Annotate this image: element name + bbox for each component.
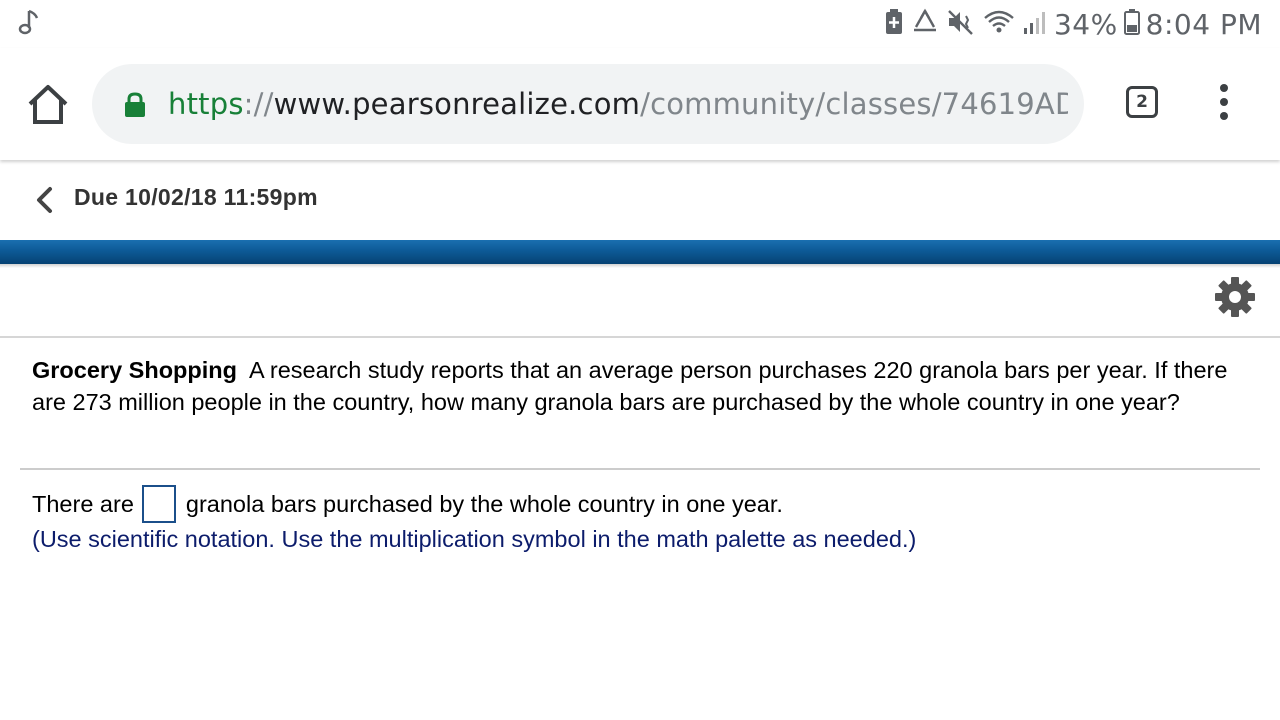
lock-icon: [124, 92, 146, 123]
settings-button[interactable]: [1214, 276, 1256, 318]
status-bar: 34% 8:04 PM: [0, 0, 1280, 48]
address-bar[interactable]: https://www.pearsonrealize.com/community…: [92, 64, 1084, 144]
url-text: https://www.pearsonrealize.com/community…: [168, 84, 1068, 124]
answer-suffix: granola bars purchased by the whole coun…: [185, 490, 783, 517]
music-note-icon: [16, 9, 42, 42]
answer-prefix: There are: [32, 490, 134, 517]
question-divider: [20, 468, 1260, 470]
answer-line: There are granola bars purchased by the …: [32, 484, 783, 524]
wifi-icon: [982, 8, 1016, 41]
header-band-shadow: [0, 264, 1280, 268]
home-button[interactable]: [24, 82, 72, 126]
mute-vibrate-icon: [946, 8, 976, 41]
status-left: [16, 8, 42, 43]
url-host: www.pearsonrealize.com: [273, 87, 641, 121]
tab-count: 2: [1136, 92, 1148, 112]
url-path: /community/classes/74619AD5FC: [640, 87, 1068, 121]
battery-saver-icon: [884, 8, 904, 41]
signal-icon: [1022, 8, 1048, 41]
chevron-left-icon: [37, 187, 52, 213]
question-title: Grocery Shopping: [32, 357, 237, 383]
status-right: 34% 8:04 PM: [884, 6, 1262, 42]
url-separator: ://: [243, 87, 274, 121]
tab-switcher-button[interactable]: 2: [1126, 86, 1158, 118]
question-text: Grocery Shopping A research study reports…: [32, 354, 1252, 418]
answer-hint: (Use scientific notation. Use the multip…: [32, 526, 917, 552]
clock: 8:04 PM: [1145, 7, 1262, 41]
content-divider-top: [0, 336, 1280, 338]
back-button[interactable]: [30, 184, 60, 216]
home-icon: [28, 85, 68, 124]
battery-percent: 34%: [1053, 7, 1118, 41]
answer-input[interactable]: [141, 485, 176, 523]
gear-icon: [1215, 277, 1255, 317]
more-vert-icon: [1220, 84, 1228, 120]
due-date-label: Due 10/02/18 11:59pm: [74, 184, 318, 210]
overflow-menu-button[interactable]: [1212, 82, 1236, 122]
recycle-icon: [910, 8, 940, 41]
url-scheme: https: [168, 87, 244, 121]
battery-icon: [1123, 8, 1140, 41]
assignment-header: Due 10/02/18 11:59pm: [0, 160, 1280, 240]
browser-toolbar: https://www.pearsonrealize.com/community…: [0, 48, 1280, 160]
header-band: [0, 240, 1280, 264]
